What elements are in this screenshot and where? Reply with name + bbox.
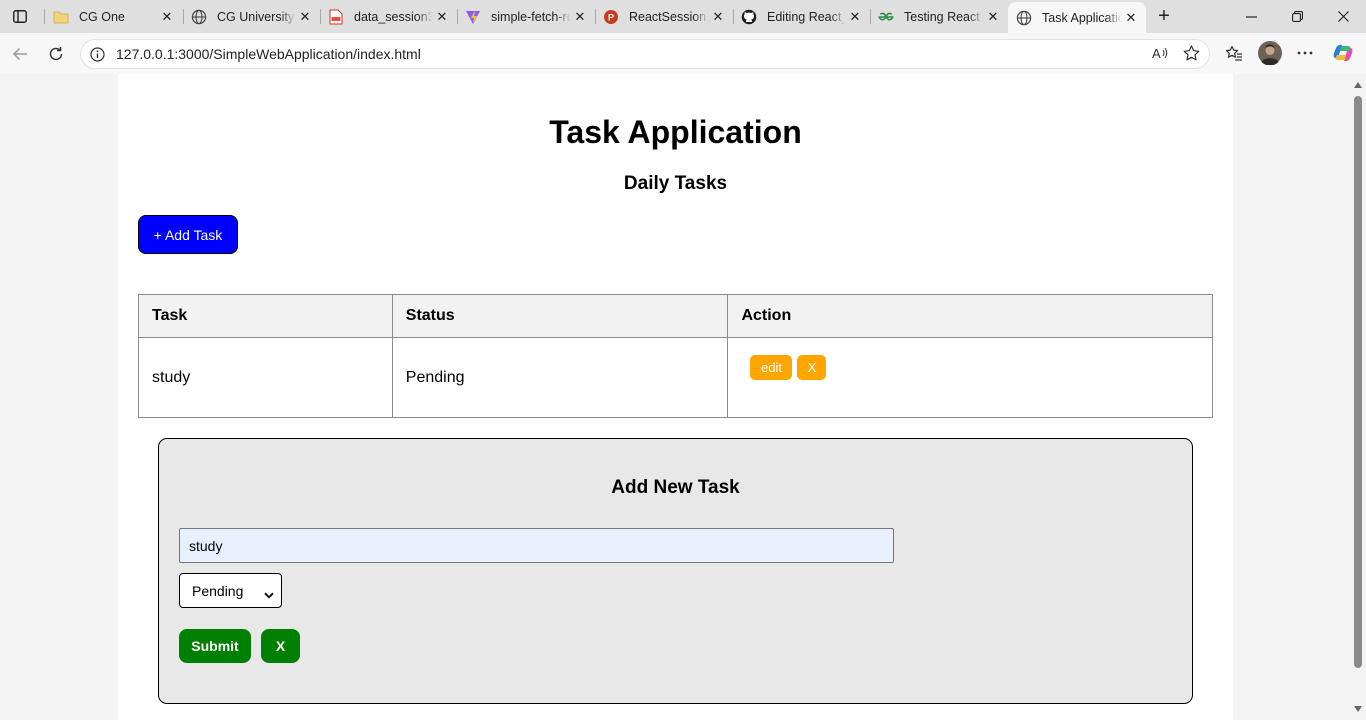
pdf-icon (328, 9, 344, 25)
tab-data-session[interactable]: data_session3_ ✕ (320, 3, 457, 30)
close-icon[interactable]: ✕ (433, 8, 451, 26)
tab-label: ReactSession.p (629, 9, 709, 24)
tab-task-application[interactable]: Task Applicatio ✕ (1008, 2, 1146, 33)
table-row: study Pending edit X (138, 337, 1213, 418)
submit-button[interactable]: Submit (179, 629, 251, 663)
status-select-value: Pending (192, 582, 244, 599)
task-table: Task Status Action study Pending edit X (138, 294, 1213, 418)
edit-task-button[interactable]: edit (750, 355, 793, 380)
copilot-icon[interactable] (1330, 40, 1356, 66)
column-header-action: Action (727, 294, 1213, 338)
add-task-form: Add New Task study Pending Submit X (158, 438, 1193, 704)
task-name-input[interactable]: study (179, 528, 894, 563)
task-status-cell: Pending (391, 337, 729, 418)
page-container: Task Application Daily Tasks + Add Task … (118, 74, 1233, 720)
more-options-icon[interactable] (1292, 40, 1318, 66)
scroll-thumb[interactable] (1354, 96, 1362, 668)
chevron-down-icon (264, 586, 274, 602)
close-icon[interactable]: ✕ (984, 8, 1002, 26)
tab-simple-fetch[interactable]: simple-fetch-re ✕ (457, 3, 595, 30)
scroll-down-arrow-icon[interactable] (1354, 706, 1362, 712)
form-title: Add New Task (611, 477, 740, 498)
close-icon[interactable]: ✕ (1122, 9, 1140, 27)
github-icon (741, 9, 757, 25)
minimize-icon[interactable] (1228, 0, 1274, 33)
tab-label: Editing React_ (767, 9, 846, 24)
globe-icon (1016, 10, 1032, 26)
tab-strip: CG One ✕ CG University ✕ data_session3_ … (0, 0, 1366, 33)
geeksforgeeks-icon (878, 9, 894, 25)
refresh-icon[interactable] (42, 41, 70, 67)
add-task-button[interactable]: + Add Task (138, 215, 238, 254)
globe-icon (191, 9, 207, 25)
close-icon[interactable]: ✕ (571, 8, 589, 26)
task-action-cell: edit X (727, 337, 1213, 418)
favorites-icon[interactable] (1221, 40, 1247, 66)
profile-avatar[interactable] (1256, 39, 1284, 67)
browser-toolbar: 127.0.0.1:3000/SimpleWebApplication/inde… (0, 33, 1366, 74)
tab-cg-university[interactable]: CG University ✕ (183, 3, 320, 30)
delete-task-button[interactable]: X (797, 355, 827, 380)
tab-editing-react[interactable]: Editing React_ ✕ (733, 3, 870, 30)
close-icon[interactable]: ✕ (846, 8, 864, 26)
new-tab-icon[interactable]: + (1152, 5, 1176, 27)
favorite-star-icon[interactable] (1178, 40, 1204, 66)
folder-icon (53, 9, 69, 25)
tab-label: Task Applicatio (1042, 10, 1122, 25)
svg-text:P: P (608, 12, 614, 22)
tab-label: data_session3_ (354, 9, 433, 24)
tab-label: CG University (217, 9, 295, 24)
page-scrollbar[interactable] (1350, 74, 1366, 720)
read-aloud-icon[interactable]: A (1147, 40, 1173, 66)
back-icon[interactable] (6, 41, 34, 67)
tab-label: simple-fetch-re (491, 9, 571, 24)
site-info-icon[interactable] (89, 46, 105, 62)
close-icon[interactable]: ✕ (709, 8, 727, 26)
scroll-up-arrow-icon[interactable] (1354, 82, 1362, 88)
restore-icon[interactable] (1274, 0, 1320, 33)
page-title: Task Application (549, 114, 802, 150)
url-text[interactable]: 127.0.0.1:3000/SimpleWebApplication/inde… (116, 46, 421, 62)
address-bar[interactable]: 127.0.0.1:3000/SimpleWebApplication/inde… (80, 39, 1210, 69)
tab-label: CG One (79, 9, 125, 24)
status-select[interactable]: Pending (179, 573, 282, 608)
tab-cg-one[interactable]: CG One ✕ (45, 3, 182, 30)
tab-testing-react[interactable]: Testing React A ✕ (870, 3, 1008, 30)
tab-actions-icon[interactable] (8, 5, 32, 27)
powerpoint-icon: P (603, 9, 619, 25)
tab-label: Testing React A (904, 9, 984, 24)
close-icon[interactable]: ✕ (158, 8, 176, 26)
page-viewport: Task Application Daily Tasks + Add Task … (0, 74, 1366, 720)
page-subtitle: Daily Tasks (623, 173, 728, 194)
tab-react-session[interactable]: P ReactSession.p ✕ (595, 3, 733, 30)
column-header-status: Status (391, 294, 729, 338)
close-window-icon[interactable] (1320, 0, 1366, 33)
close-icon[interactable]: ✕ (296, 8, 314, 26)
table-header-row: Task Status Action (138, 294, 1213, 338)
svg-text:A: A (1152, 46, 1161, 60)
close-form-button[interactable]: X (261, 629, 300, 663)
task-name-cell: study (138, 337, 393, 418)
vite-icon (465, 9, 481, 25)
column-header-task: Task (138, 294, 393, 338)
